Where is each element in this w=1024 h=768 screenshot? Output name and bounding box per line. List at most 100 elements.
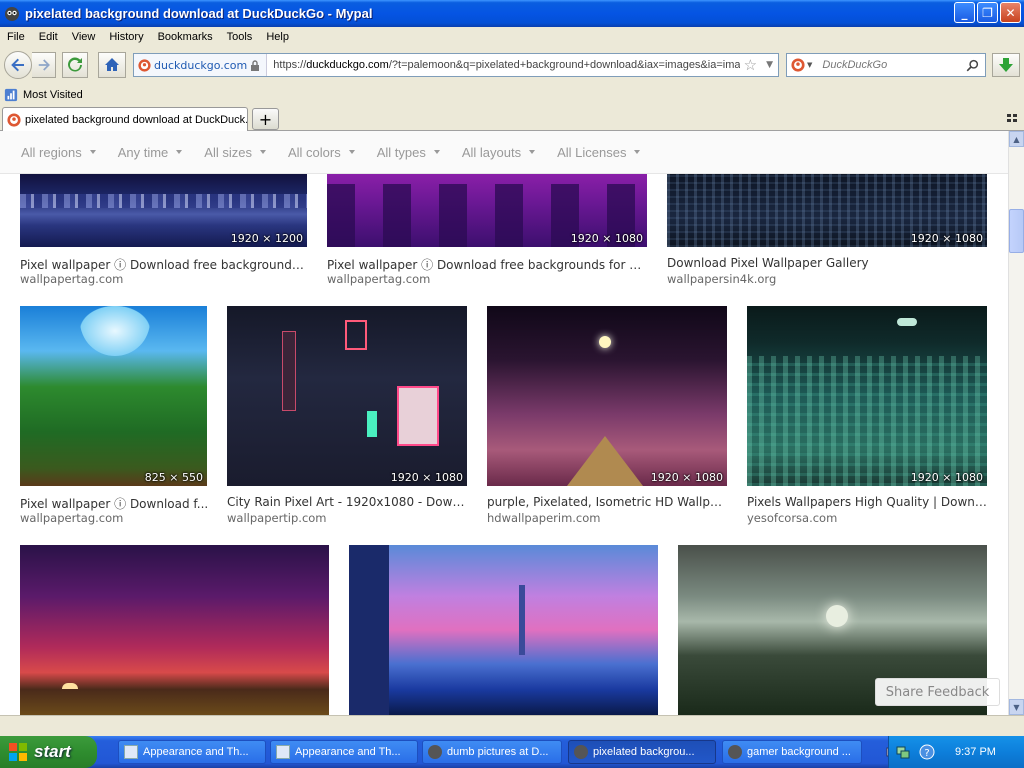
downloads-button[interactable] — [992, 53, 1020, 77]
image-dimensions: 825 × 550 — [144, 471, 203, 484]
windows-logo-icon — [9, 743, 27, 761]
network-icon[interactable] — [895, 744, 911, 760]
tab-duckduckgo-search[interactable]: pixelated background download at DuckDuc… — [2, 107, 248, 131]
url-text: https://duckduckgo.com/?t=palemoon&q=pix… — [267, 59, 739, 71]
start-button[interactable]: start — [0, 736, 97, 768]
home-icon — [105, 58, 119, 71]
filter-colors[interactable]: All colors — [288, 145, 355, 160]
close-button[interactable]: ✕ — [1000, 2, 1021, 23]
filter-label: All sizes — [204, 144, 252, 160]
image-dimensions: 1920 × 1080 — [910, 232, 983, 245]
menu-help[interactable]: Help — [259, 31, 296, 43]
result-thumbnail[interactable]: 1920 × 1080 — [327, 174, 647, 247]
taskbar-item-dumb-pictures[interactable]: dumb pictures at D... — [422, 740, 562, 764]
result-thumbnail[interactable]: 1920 × 1080 — [667, 174, 987, 247]
status-bar — [0, 715, 1024, 736]
result-thumbnail[interactable]: 1920 × 1080 — [487, 306, 727, 486]
filter-regions[interactable]: All regions — [21, 145, 96, 160]
share-feedback-button[interactable]: Share Feedback — [875, 678, 1000, 706]
result-title[interactable]: Pixel wallpaper ⓘ Download f... — [20, 495, 210, 512]
result-source[interactable]: hdwallpaperim.com — [487, 511, 601, 525]
result-title[interactable]: Download Pixel Wallpaper Gallery — [667, 256, 987, 270]
lock-icon — [251, 59, 260, 71]
taskbar-item-appearance-2[interactable]: Appearance and Th... — [270, 740, 418, 764]
image-dimensions: 1920 × 1080 — [390, 471, 463, 484]
menu-history[interactable]: History — [102, 31, 150, 43]
magnifier-icon[interactable] — [966, 59, 979, 72]
minimize-button[interactable]: _ — [954, 2, 975, 23]
caret-down-icon — [89, 150, 96, 154]
taskbar-item-appearance-1[interactable]: Appearance and Th... — [118, 740, 266, 764]
menu-bar: File Edit View History Bookmarks Tools H… — [0, 27, 1024, 46]
result-thumbnail[interactable] — [349, 545, 658, 715]
taskbar-item-gamer-background[interactable]: gamer background ... — [722, 740, 862, 764]
filter-layouts[interactable]: All layouts — [462, 145, 536, 160]
taskbar: start Appearance and Th... Appearance an… — [0, 736, 1024, 768]
taskbar-item-label: Appearance and Th... — [143, 746, 249, 758]
result-thumbnail[interactable]: 1920 × 1080 — [747, 306, 987, 486]
new-tab-button[interactable]: + — [252, 108, 279, 130]
taskbar-item-pixelated-background[interactable]: pixelated backgrou... — [568, 740, 716, 764]
bookmark-star-icon[interactable]: ☆ — [740, 56, 761, 74]
bookmarks-toolbar: Most Visited — [0, 84, 1024, 105]
result-title[interactable]: Pixels Wallpapers High Quality | Downlo.… — [747, 495, 989, 509]
menu-file[interactable]: File — [0, 31, 32, 43]
page-content: All regions Any time All sizes All color… — [0, 131, 1008, 715]
search-input[interactable]: DuckDuckGo — [816, 59, 966, 71]
minimize-icon: _ — [961, 5, 968, 20]
filter-types[interactable]: All types — [377, 145, 440, 160]
forward-arrow-icon — [38, 59, 50, 71]
most-visited-link[interactable]: Most Visited — [23, 89, 83, 101]
tab-list-icon[interactable] — [1006, 112, 1018, 124]
scroll-down-icon: ▼ — [1013, 702, 1020, 712]
scroll-up-button[interactable]: ▲ — [1009, 131, 1024, 147]
menu-bookmarks[interactable]: Bookmarks — [151, 31, 220, 43]
window-title: pixelated background download at DuckDuc… — [25, 6, 373, 21]
result-title[interactable]: City Rain Pixel Art - 1920x1080 - Downlo… — [227, 495, 469, 509]
restore-button[interactable]: ❐ — [977, 2, 998, 23]
result-thumbnail[interactable] — [20, 545, 329, 715]
svg-text:?: ? — [924, 748, 929, 759]
url-bar[interactable]: duckduckgo.com https://duckduckgo.com/?t… — [133, 53, 779, 77]
search-engine-button[interactable]: ▼ — [787, 58, 816, 72]
result-title[interactable]: Pixel wallpaper ⓘ Download free backgrou… — [20, 256, 310, 273]
result-thumbnail[interactable]: 1920 × 1080 — [227, 306, 467, 486]
result-thumbnail[interactable]: 825 × 550 — [20, 306, 207, 486]
filter-label: All types — [376, 144, 426, 160]
most-visited-icon — [4, 88, 18, 101]
result-source[interactable]: yesofcorsa.com — [747, 511, 837, 525]
filter-licenses[interactable]: All Licenses — [557, 145, 641, 160]
back-button[interactable] — [4, 51, 32, 79]
mypal-icon — [728, 745, 742, 759]
vertical-scrollbar[interactable]: ▲ ▼ — [1008, 131, 1024, 715]
filter-sizes[interactable]: All sizes — [204, 145, 266, 160]
forward-button[interactable] — [32, 52, 56, 78]
clock[interactable]: 9:37 PM — [955, 746, 996, 758]
start-label: start — [34, 742, 71, 761]
result-source[interactable]: wallpapertag.com — [327, 272, 430, 286]
result-source[interactable]: wallpapertag.com — [20, 511, 123, 525]
result-source[interactable]: wallpapersin4k.org — [667, 272, 776, 286]
home-button[interactable] — [98, 52, 126, 78]
help-icon[interactable]: ? — [919, 744, 935, 760]
menu-edit[interactable]: Edit — [32, 31, 65, 43]
filter-bar: All regions Any time All sizes All color… — [0, 131, 1008, 174]
scroll-down-button[interactable]: ▼ — [1009, 699, 1024, 715]
url-dropdown-icon[interactable]: ▼ — [761, 60, 778, 70]
result-title[interactable]: purple, Pixelated, Isometric HD Wallpap.… — [487, 495, 729, 509]
result-title[interactable]: Pixel wallpaper ⓘ Download free backgrou… — [327, 256, 645, 273]
filter-label: All colors — [287, 144, 341, 160]
menu-tools[interactable]: Tools — [220, 31, 260, 43]
result-source[interactable]: wallpapertip.com — [227, 511, 327, 525]
scrollbar-thumb[interactable] — [1009, 209, 1024, 253]
result-source[interactable]: wallpapertag.com — [20, 272, 123, 286]
result-thumbnail[interactable]: 1920 × 1200 — [20, 174, 307, 247]
site-identity-button[interactable]: duckduckgo.com — [134, 54, 268, 76]
search-bar[interactable]: ▼ DuckDuckGo — [786, 53, 986, 77]
reload-button[interactable] — [62, 52, 88, 78]
caret-down-icon — [259, 150, 266, 154]
menu-view[interactable]: View — [65, 31, 103, 43]
title-bar[interactable]: pixelated background download at DuckDuc… — [0, 0, 1024, 27]
tab-label: pixelated background download at DuckDuc… — [25, 113, 248, 126]
filter-time[interactable]: Any time — [118, 145, 183, 160]
